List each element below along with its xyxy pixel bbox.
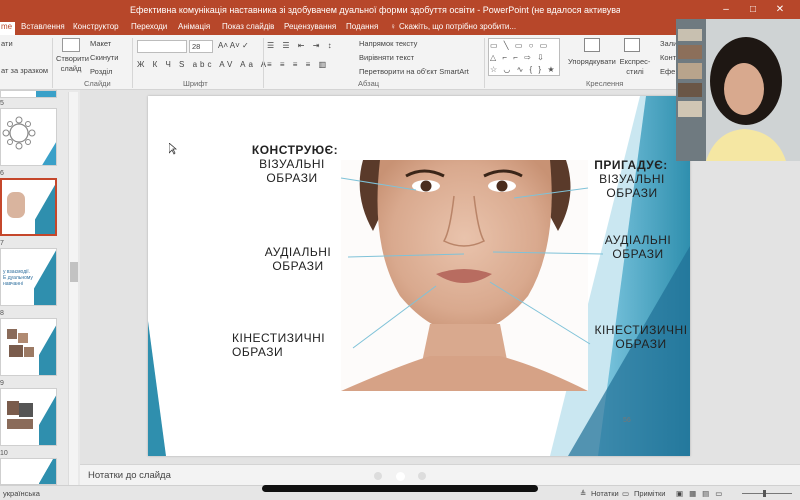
slides-group-label: Слайди <box>84 79 111 88</box>
arrange-icon[interactable] <box>584 38 600 52</box>
pager-dot-1[interactable] <box>374 472 382 480</box>
slide-number-9: 9 <box>0 380 4 387</box>
slide-number-8: 8 <box>0 310 4 317</box>
tab-design[interactable]: Конструктор <box>73 22 119 31</box>
thumbnail-8-text: у взаємодії. Е дуальному навчанні <box>3 269 33 287</box>
slide-number-10: 10 <box>0 450 8 457</box>
notes-toggle-button[interactable]: Нотатки <box>591 489 619 498</box>
section-button[interactable]: Розділ <box>90 67 112 76</box>
left-visual-label: ВІЗУАЛЬНІ ОБРАЗИ <box>259 157 325 185</box>
language-status[interactable]: українська <box>3 489 40 498</box>
tab-insert[interactable]: Вставлення <box>21 22 65 31</box>
comments-icon[interactable]: ▭ <box>622 489 629 498</box>
shape-fill-fragment[interactable]: Зали <box>660 39 677 48</box>
pager-dot-2[interactable] <box>396 472 405 481</box>
reset-button[interactable]: Скинути <box>90 53 118 62</box>
view-buttons[interactable]: ▣▦▤▭ <box>676 489 728 498</box>
comments-button[interactable]: Примітки <box>634 489 665 498</box>
list-buttons[interactable]: ☰ ☰ ⇤ ⇥ ↕ <box>267 41 335 50</box>
slide-thumbnail-11[interactable] <box>0 458 57 485</box>
round-table-icon <box>2 116 56 165</box>
arrange-button[interactable]: Упорядкувати <box>568 57 616 66</box>
window-title: Ефективна комунікація наставника зі здоб… <box>130 5 620 15</box>
left-header: КОНСТРУЮЄ: <box>251 143 339 157</box>
font-size-field[interactable]: 28 <box>189 40 213 53</box>
font-name-field[interactable] <box>137 40 187 53</box>
participant-video <box>676 19 800 161</box>
notes-toggle-icon[interactable]: ≜ <box>580 489 586 498</box>
zoom-slider-thumb[interactable] <box>763 490 766 497</box>
left-kinesthetic-label: КІНЕСТИЗИЧНІ ОБРАЗИ <box>232 331 326 359</box>
notes-placeholder: Нотатки до слайда <box>88 470 171 481</box>
font-size-buttons[interactable]: A˄ A˅ ✓ <box>218 41 249 50</box>
maximize-icon[interactable]: □ <box>745 0 761 20</box>
quick-styles-icon[interactable] <box>624 38 640 52</box>
align-text-button[interactable]: Вирівняти текст <box>359 53 414 62</box>
media-pager-bar <box>262 485 538 492</box>
notes-pane[interactable]: Нотатки до слайда <box>80 464 800 485</box>
left-audio-label: АУДІАЛЬНІ ОБРАЗИ <box>264 245 332 273</box>
tab-home[interactable]: me <box>0 22 15 35</box>
font-group-label: Шрифт <box>183 79 208 88</box>
slide-thumbnail-9[interactable] <box>0 318 57 376</box>
align-buttons[interactable]: ≡ ≡ ≡ ≡ ▥ <box>267 60 329 69</box>
slide-thumbnail-7[interactable] <box>0 178 57 236</box>
layout-button[interactable]: Макет <box>90 39 111 48</box>
face-photo <box>341 160 588 391</box>
shape-outline-fragment[interactable]: Конт <box>660 53 676 62</box>
pager-dot-3[interactable] <box>418 472 426 480</box>
slide-number-7: 7 <box>0 240 4 247</box>
quick-styles-button[interactable]: Експрес-стилі <box>618 57 652 77</box>
right-kinesthetic-label: КІНЕСТИЗИЧНІ ОБРАЗИ <box>594 323 688 351</box>
paste-button-fragment[interactable]: ати <box>1 39 13 48</box>
slide-thumbnail-5[interactable] <box>0 90 57 98</box>
slide-thumbnail-10[interactable] <box>0 388 57 446</box>
new-slide-button[interactable]: Створити слайд <box>56 54 89 74</box>
scrollbar-thumb[interactable] <box>70 262 78 282</box>
slide-number-5: 5 <box>0 100 4 107</box>
paragraph-group-label: Абзац <box>358 79 380 88</box>
right-audio-label: АУДІАЛЬНІ ОБРАЗИ <box>604 233 672 261</box>
close-icon[interactable]: ✕ <box>772 0 788 20</box>
tab-slideshow[interactable]: Показ слайдів <box>222 22 274 31</box>
shapes-gallery[interactable]: ▭ ╲ ▭ ○ ▭ △ ⌐ ⌐ ⇨ ⇩ ☆ ◡ ∿ { } ★ <box>488 38 560 76</box>
font-format-buttons[interactable]: Ж К Ч S abc AV Aa A <box>137 60 269 69</box>
tab-transitions[interactable]: Переходи <box>131 22 167 31</box>
new-slide-icon[interactable] <box>62 38 80 52</box>
slide-thumbnail-8[interactable]: у взаємодії. Е дуальному навчанні <box>0 248 57 306</box>
slide-number-6: 6 <box>0 170 4 177</box>
thumbnail-scrollbar[interactable] <box>68 92 78 485</box>
smartart-button[interactable]: Перетворити на об'єкт SmartArt <box>359 67 469 76</box>
minimize-icon[interactable]: – <box>718 0 734 20</box>
format-painter-button[interactable]: ат за зразком <box>1 66 48 75</box>
shape-effects-fragment[interactable]: Ефе <box>660 67 675 76</box>
right-visual-label: ВІЗУАЛЬНІ ОБРАЗИ <box>599 172 665 200</box>
slide-page-number: 56 <box>623 417 631 424</box>
lightbulb-icon: ♀ <box>390 22 396 31</box>
tab-animations[interactable]: Анімація <box>178 22 210 31</box>
drawing-group-label: Креслення <box>586 79 624 88</box>
right-header: ПРИГАДУЄ: <box>594 158 668 172</box>
slide[interactable]: КОНСТРУЮЄ: ВІЗУАЛЬНІ ОБРАЗИ АУДІАЛЬНІ ОБ… <box>148 96 690 456</box>
text-direction-button[interactable]: Напрямок тексту <box>359 39 417 48</box>
title-bar: Ефективна комунікація наставника зі здоб… <box>0 0 800 20</box>
slide-thumbnail-6[interactable] <box>0 108 57 166</box>
tell-me-search[interactable]: Скажіть, що потрібно зробити... <box>399 22 516 31</box>
tab-view[interactable]: Подання <box>346 22 378 31</box>
zoom-slider[interactable] <box>742 493 792 494</box>
mouse-cursor-icon <box>169 143 177 155</box>
slide-graphics <box>148 96 690 456</box>
tab-review[interactable]: Рецензування <box>284 22 336 31</box>
video-scene <box>676 19 800 161</box>
